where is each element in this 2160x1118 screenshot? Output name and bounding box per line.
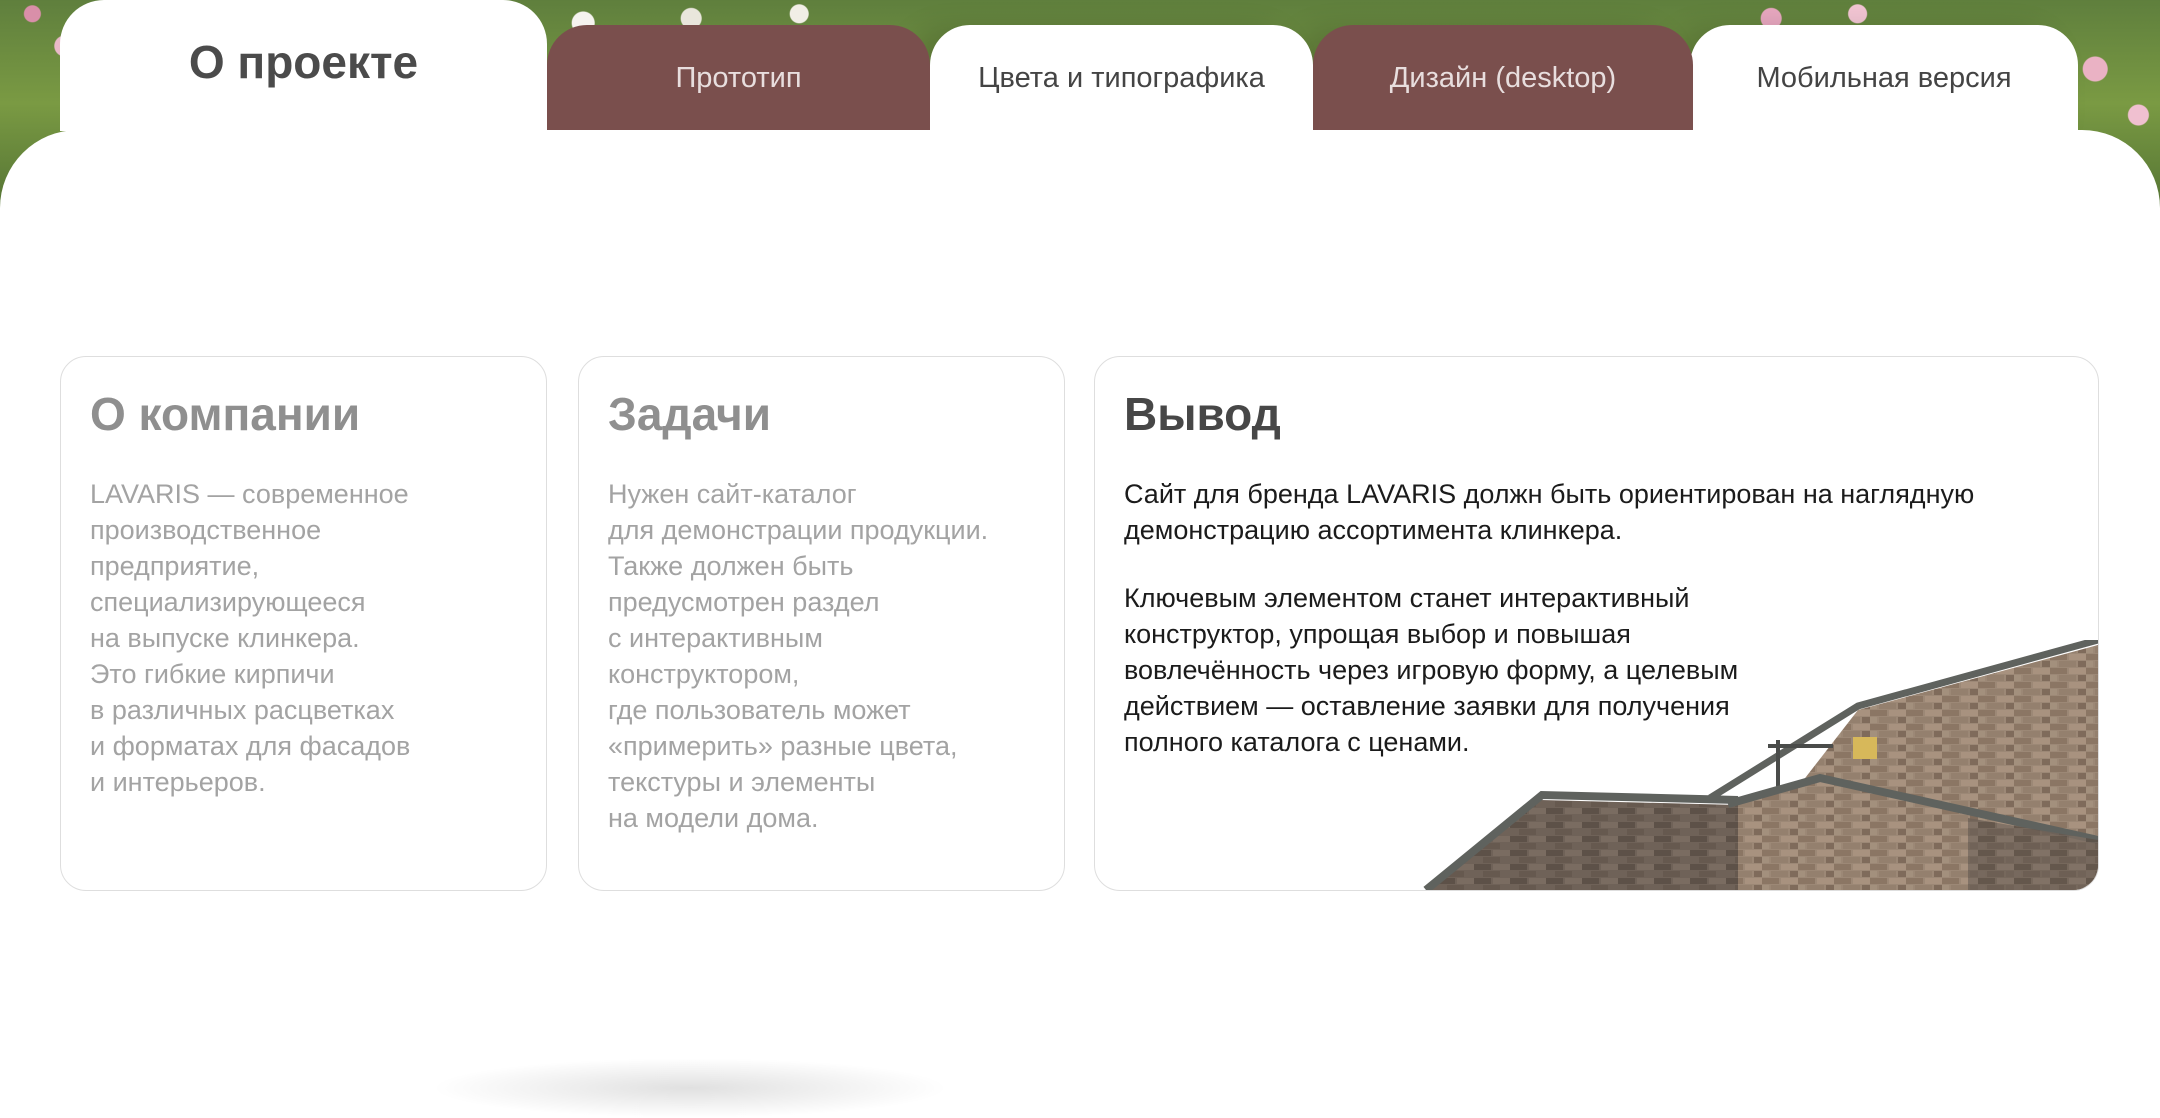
card-about-company-text: LAVARIS — современное производственное п… bbox=[90, 479, 411, 798]
card-result: Вывод Сайт для бренда LAVARIS должн быть… bbox=[1094, 356, 2099, 891]
card-tasks-text: Нужен сайт-каталог для демонстрации прод… bbox=[608, 479, 989, 834]
tab-design-desktop[interactable]: Дизайн (desktop) bbox=[1313, 25, 1693, 131]
card-result-title: Вывод bbox=[1124, 388, 1281, 440]
card-tasks: Задачи Нужен сайт-каталог для демонстрац… bbox=[578, 356, 1065, 891]
tab-colors-typography[interactable]: Цвета и типографика bbox=[930, 25, 1313, 131]
tab-about-project-label: О проекте bbox=[188, 35, 419, 88]
house-illustration bbox=[1423, 640, 2098, 890]
tab-design-desktop-label: Дизайн (desktop) bbox=[1389, 61, 1617, 94]
tab-mobile-label: Мобильная версия bbox=[1756, 61, 2012, 94]
card-result-text-1: Сайт для бренда LAVARIS должн быть ориен… bbox=[1124, 479, 1975, 546]
card-about-company: О компании LAVARIS — современное произво… bbox=[60, 356, 547, 891]
tab-mobile[interactable]: Мобильная версия bbox=[1690, 25, 2078, 131]
bottom-shadow bbox=[430, 1058, 950, 1118]
house-vent-box bbox=[1853, 737, 1877, 759]
tab-prototype[interactable]: Прототип bbox=[547, 25, 930, 131]
tab-colors-typography-label: Цвета и типографика bbox=[978, 61, 1265, 94]
card-about-company-title: О компании bbox=[90, 388, 361, 440]
card-tasks-title: Задачи bbox=[608, 388, 772, 440]
tab-about-project[interactable]: О проекте bbox=[60, 0, 547, 131]
tab-prototype-label: Прототип bbox=[675, 61, 802, 94]
house-lower-left bbox=[1428, 800, 1738, 890]
